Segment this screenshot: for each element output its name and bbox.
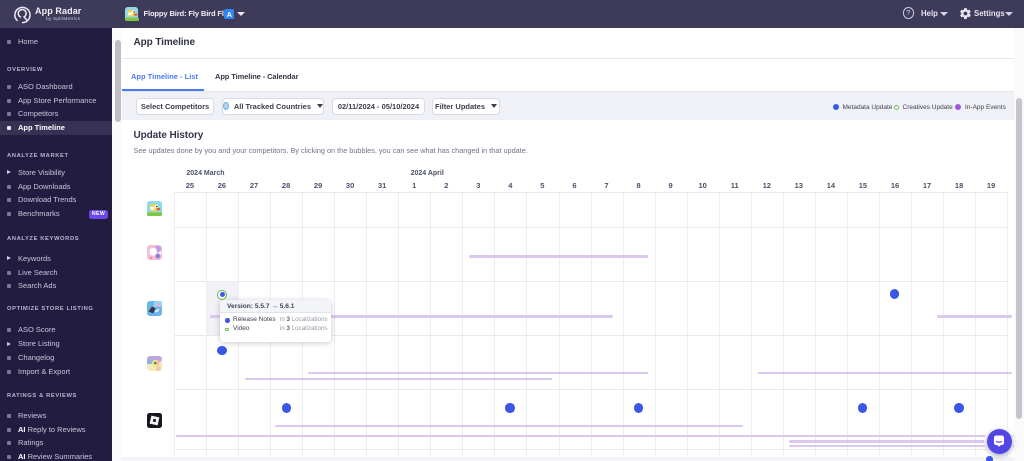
svg-text:A: A xyxy=(226,9,232,18)
